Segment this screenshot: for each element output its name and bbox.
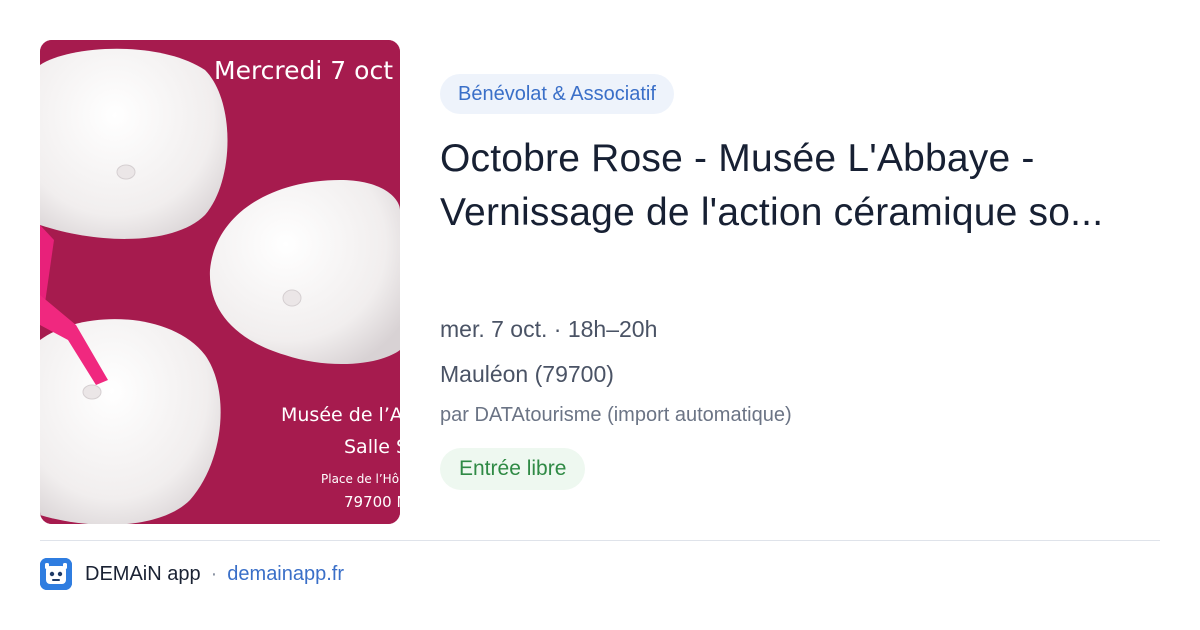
footer-divider bbox=[40, 540, 1160, 541]
category-badge[interactable]: Bénévolat & Associatif bbox=[440, 74, 674, 114]
ceramic-piece bbox=[40, 319, 221, 524]
app-name: DEMAiN app bbox=[85, 562, 201, 585]
event-location: Mauléon (79700) bbox=[440, 361, 614, 387]
poster-postcode-text: 79700 M bbox=[344, 493, 400, 511]
ceramic-piece bbox=[40, 48, 228, 239]
poster-venue-text: Musée de l’A bbox=[281, 404, 400, 426]
event-image: Mercredi 7 oct Musée de l’A Salle S Plac… bbox=[40, 40, 400, 524]
footer: DEMAiN app · demainapp.fr bbox=[40, 558, 344, 590]
footer-separator: · bbox=[210, 562, 218, 585]
event-title[interactable]: Octobre Rose - Musée L'Abbaye - Vernissa… bbox=[440, 132, 1140, 240]
demain-app-logo-icon bbox=[40, 558, 72, 590]
poster-room-text: Salle S bbox=[344, 436, 400, 458]
price-badge: Entrée libre bbox=[440, 448, 586, 490]
event-source: par DATAtourisme (import automatique) bbox=[440, 404, 792, 426]
poster-date-text: Mercredi 7 oct bbox=[214, 56, 393, 85]
event-datetime: mer. 7 oct. · 18h–20h bbox=[440, 316, 658, 342]
app-domain-link[interactable]: demainapp.fr bbox=[227, 563, 344, 586]
event-share-card: Mercredi 7 oct Musée de l’A Salle S Plac… bbox=[0, 0, 1200, 630]
poster-address-text: Place de l’Hô bbox=[321, 472, 400, 486]
